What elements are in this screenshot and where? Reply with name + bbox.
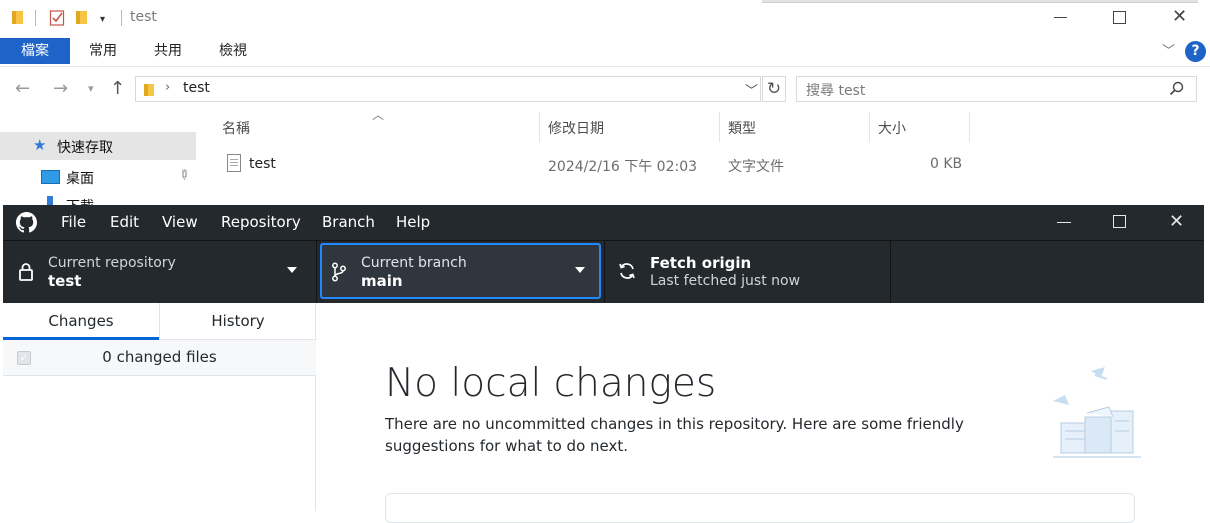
up-arrow-icon[interactable]: ↑ <box>110 78 125 99</box>
folder-icon <box>143 82 155 96</box>
branch-selection <box>320 243 601 299</box>
nav-item-label: 下載 <box>66 196 94 205</box>
search-icon[interactable] <box>1169 81 1184 100</box>
sidebar: Changes History ✓ 0 changed files <box>3 303 316 511</box>
column-header-type[interactable]: 類型 <box>728 118 756 138</box>
toolbar: Current repository test Current branch m… <box>3 240 1204 303</box>
github-logo-icon <box>16 212 37 237</box>
menu-view[interactable]: View <box>162 205 198 240</box>
quick-access-dropdown-icon[interactable]: ▾ <box>100 14 105 25</box>
current-branch-label: Current branch <box>361 255 467 271</box>
maximize-icon[interactable] <box>1113 215 1126 228</box>
file-size: 0 KB <box>930 156 963 172</box>
tab-share[interactable]: 共用 <box>148 38 188 64</box>
ribbon-expand-icon[interactable]: ﹀ <box>1162 40 1175 59</box>
new-folder-icon[interactable] <box>75 10 88 25</box>
title-separator <box>35 10 36 26</box>
nav-item-label: 桌面 <box>66 171 94 187</box>
close-icon[interactable]: ✕ <box>1169 211 1184 232</box>
nav-item-desktop[interactable]: 桌面 ✎ <box>0 163 196 191</box>
minimize-icon[interactable] <box>1054 17 1067 18</box>
tab-view[interactable]: 檢視 <box>213 38 253 64</box>
column-header-modified[interactable]: 修改日期 <box>548 118 604 138</box>
file-modified: 2024/2/16 下午 02:03 <box>548 159 698 175</box>
address-path: test <box>183 80 210 96</box>
current-branch-value: main <box>361 272 403 290</box>
overlapping-window-edge <box>762 0 1198 3</box>
menu-bar: File Edit View Repository Branch Help ✕ <box>3 205 1204 240</box>
changes-header: ✓ 0 changed files <box>3 340 316 376</box>
refresh-icon[interactable]: ↻ <box>762 76 786 102</box>
maximize-icon[interactable] <box>1113 11 1126 24</box>
help-icon[interactable]: ? <box>1185 41 1206 62</box>
no-changes-heading: No local changes <box>385 361 717 406</box>
ribbon-divider <box>0 66 1210 67</box>
folder-icon <box>11 10 24 25</box>
recent-locations-icon[interactable]: ▾ <box>88 82 94 95</box>
menu-help[interactable]: Help <box>396 205 430 240</box>
suggestion-card <box>385 493 1135 523</box>
sync-icon <box>617 261 637 285</box>
minimize-icon[interactable] <box>1057 222 1071 223</box>
chevron-right-icon: › <box>165 80 171 95</box>
fetch-origin-button[interactable]: Fetch origin Last fetched just now <box>604 241 891 303</box>
sort-ascending-icon: ︿ <box>372 108 385 122</box>
forward-arrow-icon[interactable]: → <box>53 78 68 99</box>
tab-file[interactable]: 檔案 <box>0 38 70 64</box>
properties-icon[interactable] <box>49 9 66 27</box>
nav-item-quick-access[interactable]: ★ 快速存取 <box>0 132 196 160</box>
changed-files-count: 0 changed files <box>102 348 217 366</box>
github-desktop-window: File Edit View Repository Branch Help ✕ … <box>3 205 1204 523</box>
column-separator[interactable] <box>719 112 720 142</box>
current-repository-value: test <box>48 272 82 290</box>
current-branch-button[interactable]: Current branch main <box>318 241 603 303</box>
tab-home[interactable]: 常用 <box>83 38 123 64</box>
column-header-name[interactable]: 名稱 <box>222 118 250 138</box>
menu-repository[interactable]: Repository <box>221 205 301 240</box>
column-separator[interactable] <box>969 112 970 142</box>
main-content: No local changes There are no uncommitte… <box>317 303 1204 523</box>
star-icon: ★ <box>33 136 47 154</box>
caret-down-icon <box>287 267 297 273</box>
menu-edit[interactable]: Edit <box>110 205 139 240</box>
tab-history[interactable]: History <box>159 303 316 340</box>
address-dropdown-icon[interactable]: ﹀ <box>745 80 758 99</box>
text-file-icon <box>227 154 241 172</box>
nav-item-downloads[interactable]: 下載 <box>0 193 196 205</box>
title-separator <box>121 10 122 26</box>
no-changes-description: There are no uncommitted changes in this… <box>385 415 964 455</box>
column-separator[interactable] <box>539 112 540 142</box>
caret-down-icon <box>575 267 585 273</box>
search-box[interactable]: 搜尋 test <box>796 76 1197 102</box>
search-input[interactable]: 搜尋 test <box>806 80 865 100</box>
pin-icon[interactable]: ✎ <box>174 166 192 184</box>
empty-state-illustration <box>1047 365 1147 467</box>
back-arrow-icon[interactable]: ← <box>15 78 30 99</box>
column-header-size[interactable]: 大小 <box>878 118 906 138</box>
close-icon[interactable]: ✕ <box>1172 6 1187 27</box>
desktop-icon <box>41 170 60 184</box>
downloads-icon <box>47 196 53 205</box>
file-name: test <box>249 156 276 172</box>
menu-file[interactable]: File <box>61 205 86 240</box>
address-bar[interactable]: › test ﹀ <box>135 76 761 102</box>
menu-branch[interactable]: Branch <box>322 205 375 240</box>
git-branch-icon <box>331 262 347 286</box>
file-explorer-window: ▾ test ✕ 檔案 常用 共用 檢視 ﹀ ? ← → ▾ ↑ › test … <box>0 0 1210 205</box>
current-repository-button[interactable]: Current repository test <box>3 241 317 303</box>
lock-icon <box>18 262 34 285</box>
nav-item-label: 快速存取 <box>57 140 113 156</box>
tab-changes[interactable]: Changes <box>3 303 159 340</box>
file-type: 文字文件 <box>728 159 784 175</box>
window-title: test <box>130 9 157 25</box>
fetch-origin-subtitle: Last fetched just now <box>650 273 801 289</box>
current-repository-label: Current repository <box>48 255 176 271</box>
fetch-origin-title: Fetch origin <box>650 254 752 272</box>
column-separator[interactable] <box>869 112 870 142</box>
